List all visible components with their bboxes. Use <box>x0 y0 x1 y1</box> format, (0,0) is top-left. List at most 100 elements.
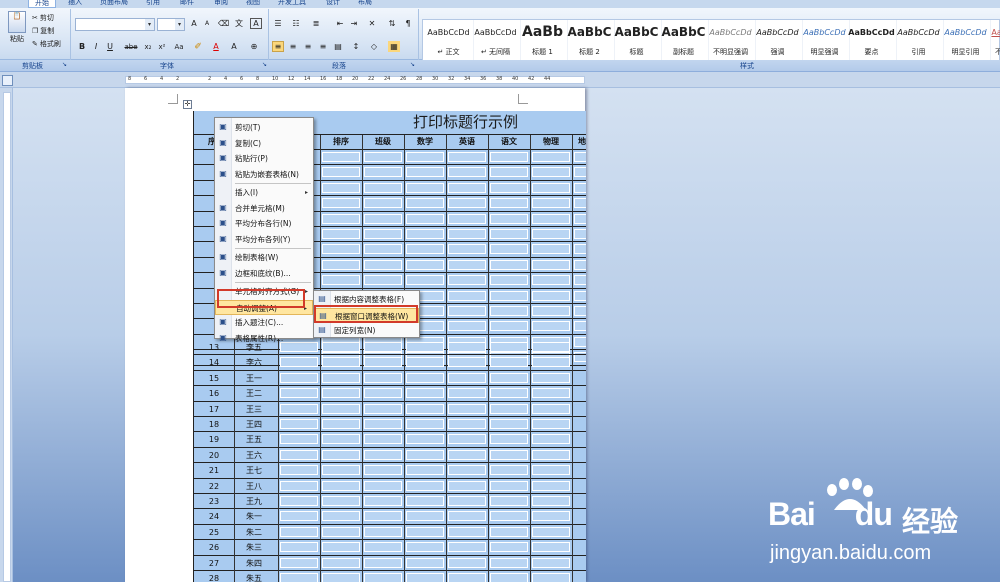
borders-icon[interactable]: ▦ <box>388 41 400 52</box>
table-cell[interactable] <box>490 229 528 239</box>
table-cell[interactable] <box>490 182 528 193</box>
table-cell[interactable] <box>490 388 528 399</box>
table-cell[interactable] <box>574 229 586 239</box>
table-cell[interactable] <box>574 290 586 301</box>
menu-item[interactable]: ▣ 平均分布各列(Y) <box>215 232 313 247</box>
table-cell[interactable] <box>532 496 570 506</box>
menu-item[interactable]: 插入(I) ▸ <box>215 185 313 200</box>
table-cell[interactable] <box>322 542 360 553</box>
phonetic-button[interactable]: 文 <box>233 18 245 29</box>
tab-references[interactable]: 引用 <box>146 0 160 8</box>
table-cell[interactable] <box>448 480 486 491</box>
copy-button[interactable]: ❐ 复制 <box>32 26 54 36</box>
table-cell[interactable] <box>280 480 318 491</box>
table-cell[interactable] <box>322 449 360 460</box>
table-row[interactable]: 18 王四 <box>194 417 586 433</box>
table-cell[interactable] <box>532 275 570 286</box>
table-cell[interactable] <box>532 152 570 162</box>
table-cell[interactable] <box>322 259 360 270</box>
table-cell[interactable] <box>406 213 444 224</box>
table-cell[interactable] <box>490 357 528 368</box>
submenu-item[interactable]: ▤ 固定列宽(N) <box>314 323 419 338</box>
table-cell[interactable] <box>490 480 528 491</box>
table-cell[interactable] <box>280 449 318 460</box>
menu-item[interactable]: ▣ 平均分布各行(N) <box>215 216 313 231</box>
table-cell[interactable] <box>364 167 402 178</box>
char-shading-button[interactable]: A <box>228 41 240 52</box>
table-cell[interactable] <box>364 357 402 368</box>
table-cell[interactable] <box>448 357 486 368</box>
table-move-handle-icon[interactable]: ✛ <box>183 100 192 109</box>
align-center-icon[interactable]: ≡ <box>287 41 299 52</box>
table-cell[interactable] <box>364 526 402 537</box>
bullets-icon[interactable]: ☰ <box>272 18 284 29</box>
italic-button[interactable]: I <box>90 41 102 52</box>
chinese-layout-icon[interactable]: ✕ <box>366 18 378 29</box>
table-cell[interactable] <box>574 244 586 255</box>
distributed-icon[interactable]: ▤ <box>332 41 344 52</box>
table-cell[interactable] <box>364 372 402 383</box>
table-cell[interactable] <box>490 573 528 582</box>
table-cell[interactable] <box>532 403 570 414</box>
decrease-indent-icon[interactable]: ⇤ <box>334 18 346 29</box>
table-cell[interactable] <box>364 244 402 255</box>
table-cell[interactable] <box>448 526 486 537</box>
table-cell[interactable] <box>364 496 402 506</box>
sort-icon[interactable]: ⇅ <box>386 18 398 29</box>
table-cell[interactable] <box>406 342 444 352</box>
table-cell[interactable] <box>280 557 318 568</box>
table-cell[interactable] <box>364 259 402 270</box>
table-cell[interactable] <box>406 403 444 414</box>
table-cell[interactable] <box>364 480 402 491</box>
strikethrough-button[interactable]: abe <box>122 41 140 52</box>
table-cell[interactable] <box>490 167 528 178</box>
tab-insert[interactable]: 插入 <box>68 0 82 8</box>
table-row[interactable]: 15 王一 <box>194 371 586 387</box>
menu-item[interactable]: ▣ 剪切(T) <box>215 120 313 135</box>
table-cell[interactable] <box>448 557 486 568</box>
table-cell[interactable] <box>448 388 486 399</box>
table-cell[interactable] <box>532 167 570 178</box>
table-cell[interactable] <box>448 496 486 506</box>
numbering-icon[interactable]: ☷ <box>290 18 302 29</box>
table-cell[interactable] <box>364 434 402 445</box>
table-cell[interactable] <box>448 511 486 522</box>
table-row[interactable]: 19 王五 <box>194 432 586 448</box>
table-cell[interactable] <box>322 419 360 429</box>
change-case-button[interactable]: Aa <box>171 41 187 52</box>
table-cell[interactable] <box>448 198 486 209</box>
vertical-ruler[interactable] <box>0 88 13 582</box>
table-cell[interactable] <box>532 259 570 270</box>
table-cell[interactable] <box>406 182 444 193</box>
table-row[interactable]: 20 王六 <box>194 448 586 464</box>
table-row[interactable]: 28 朱五 <box>194 571 586 582</box>
table-cell[interactable] <box>280 419 318 429</box>
table-cell[interactable] <box>532 213 570 224</box>
paste-button[interactable]: 📋 粘贴 <box>4 11 30 44</box>
table-cell[interactable] <box>364 152 402 162</box>
table-cell[interactable] <box>364 511 402 522</box>
menu-item[interactable]: ▣ 合并单元格(M) <box>215 201 313 216</box>
table-cell[interactable] <box>574 275 586 286</box>
table-cell[interactable] <box>448 229 486 239</box>
tab-review[interactable]: 审阅 <box>214 0 228 8</box>
tab-layout[interactable]: 布局 <box>358 0 372 8</box>
table-cell[interactable] <box>574 259 586 270</box>
font-size-combo[interactable]: ▾ <box>157 18 185 31</box>
table-cell[interactable] <box>532 388 570 399</box>
font-name-combo[interactable]: ▾ <box>75 18 155 31</box>
table-cell[interactable] <box>406 434 444 445</box>
tab-view[interactable]: 视图 <box>246 0 260 8</box>
table-cell[interactable] <box>322 557 360 568</box>
table-cell[interactable] <box>406 557 444 568</box>
table-cell[interactable] <box>406 511 444 522</box>
superscript-button[interactable]: x² <box>156 41 168 52</box>
tab-page-layout[interactable]: 页面布局 <box>100 0 128 8</box>
table-cell[interactable] <box>490 372 528 383</box>
table-cell[interactable] <box>532 182 570 193</box>
table-cell[interactable] <box>364 403 402 414</box>
table-cell[interactable] <box>532 198 570 209</box>
multilevel-list-icon[interactable]: ≣ <box>310 18 322 29</box>
shrink-font-button[interactable]: A <box>201 18 213 29</box>
table-cell[interactable] <box>280 511 318 522</box>
